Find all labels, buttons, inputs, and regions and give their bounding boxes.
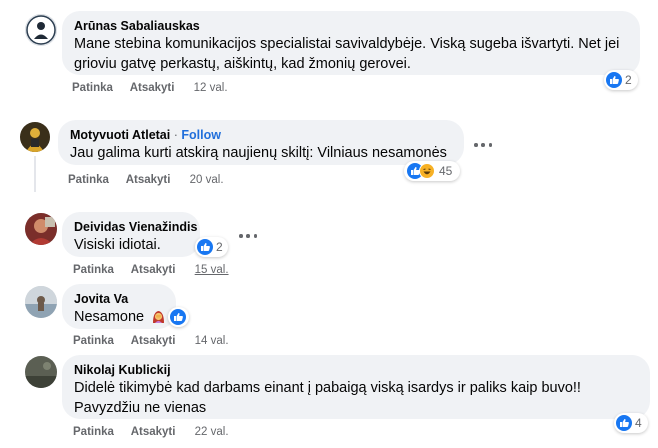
comment-bubble: Arūnas Sabaliauskas Mane stebina komunik… [62, 11, 640, 75]
comment-bubble: Deividas Vienažindis Visiski idiotai. [62, 212, 200, 257]
comment-actions: Patinka Atsakyti 15 val. [73, 264, 243, 276]
comment-text-line: Nesamone [74, 307, 166, 330]
comment-text-line: Mane stebina komunikacijos specialistai … [74, 36, 620, 52]
comment-bubble: Jovita Va Nesamone [62, 284, 176, 329]
comment-timestamp[interactable]: 14 val. [195, 335, 229, 347]
thread-line [34, 156, 36, 192]
like-link[interactable]: Patinka [73, 426, 114, 438]
follow-button[interactable]: Follow [181, 128, 221, 142]
avatar[interactable] [20, 122, 50, 152]
like-icon [606, 72, 622, 88]
reply-link[interactable]: Atsakyti [130, 82, 175, 94]
comment-actions: Patinka Atsakyti 12 val. [72, 82, 242, 94]
reply-link[interactable]: Atsakyti [131, 264, 176, 276]
comment-text-line: Pavyzdžiu ne vienas [74, 400, 207, 416]
more-options-icon[interactable] [471, 138, 495, 152]
more-options-icon[interactable] [236, 229, 260, 243]
reaction-count: 45 [439, 164, 453, 178]
comment-actions: Patinka Atsakyti 22 val. [73, 426, 243, 438]
reaction-count: 2 [216, 240, 223, 254]
comment-author[interactable]: Motyvuoti Atletai [70, 128, 170, 142]
like-link[interactable]: Patinka [68, 174, 109, 186]
woman-facepalming-emoji [151, 309, 166, 330]
comment-text-line: Jau galima kurti atskirą naujienų skiltį… [70, 145, 447, 161]
reaction-count: 2 [625, 73, 632, 87]
avatar[interactable] [25, 356, 57, 388]
like-icon [170, 309, 186, 325]
comment-text: Nesamone [74, 309, 145, 325]
comment-author[interactable]: Nikolaj Kublickij [74, 362, 638, 378]
comment-author[interactable]: Arūnas Sabaliauskas [74, 18, 628, 34]
avatar[interactable] [25, 286, 57, 318]
comment-text-line: grioviu gatvę perkastų, aiškintų, kad žm… [74, 56, 411, 72]
comment-timestamp[interactable]: 22 val. [195, 426, 229, 438]
like-link[interactable]: Patinka [73, 264, 114, 276]
like-icon [197, 239, 213, 255]
comment-bubble: Nikolaj Kublickij Didelė tikimybė kad da… [62, 355, 650, 419]
comment-actions: Patinka Atsakyti 14 val. [73, 335, 243, 347]
comment-author[interactable]: Jovita Va [74, 291, 164, 307]
avatar[interactable] [25, 14, 57, 46]
reply-link[interactable]: Atsakyti [131, 335, 176, 347]
reaction-summary[interactable]: 2 [195, 237, 228, 257]
like-link[interactable]: Patinka [73, 335, 114, 347]
reply-link[interactable]: Atsakyti [131, 426, 176, 438]
reaction-summary[interactable]: 2 [604, 70, 638, 90]
comment-timestamp[interactable]: 15 val. [195, 264, 229, 276]
reaction-summary[interactable]: 45 [404, 161, 460, 181]
comment-actions: Patinka Atsakyti 20 val. [68, 174, 238, 186]
avatar[interactable] [25, 213, 57, 245]
comment-timestamp[interactable]: 12 val. [194, 82, 228, 94]
comment-author-row: Motyvuoti Atletai · Follow [70, 127, 452, 143]
separator: · [173, 128, 178, 142]
comment-text-line: Didelė tikimybė kad darbams einant į pab… [74, 380, 581, 396]
reaction-summary[interactable]: 4 [614, 413, 648, 433]
reaction-count: 4 [635, 416, 642, 430]
like-icon [616, 415, 632, 431]
reply-link[interactable]: Atsakyti [126, 174, 171, 186]
comment-author[interactable]: Deividas Vienažindis [74, 219, 197, 235]
comment-text-line: Visiski idiotai. [74, 237, 161, 253]
reaction-summary[interactable] [168, 307, 189, 327]
comment-bubble: Motyvuoti Atletai · Follow Jau galima ku… [58, 120, 464, 165]
haha-icon [419, 163, 435, 179]
comment-timestamp[interactable]: 20 val. [190, 174, 224, 186]
like-link[interactable]: Patinka [72, 82, 113, 94]
